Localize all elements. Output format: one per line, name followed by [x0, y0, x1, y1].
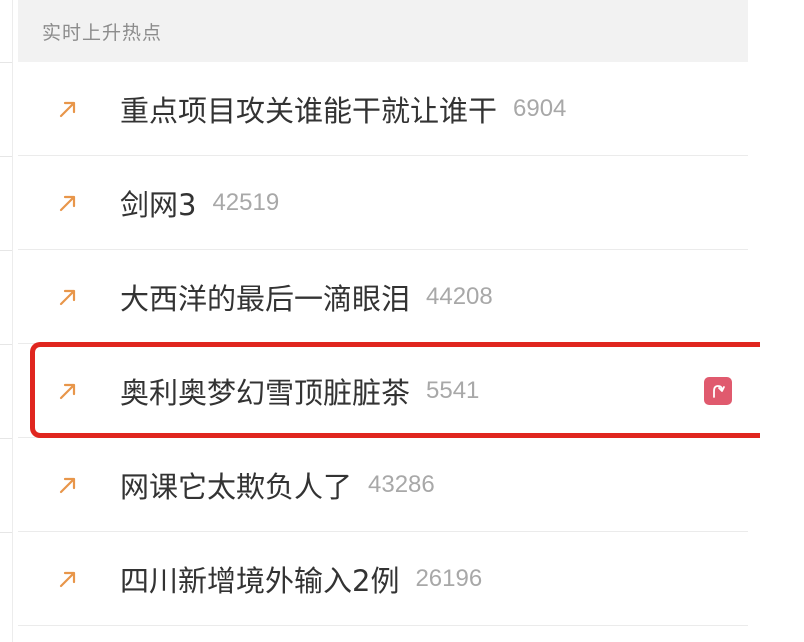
hot-item-count: 43286	[368, 470, 435, 498]
rising-arrow-icon	[59, 477, 76, 493]
rising-arrow-icon	[59, 195, 76, 211]
rising-arrow-icon	[59, 571, 76, 587]
rising-arrow-icon	[59, 101, 76, 117]
hot-list-item[interactable]: 四川新增境外输入2例 26196	[18, 532, 748, 626]
hot-item-title: 大西洋的最后一滴眼泪	[120, 281, 411, 316]
realtime-hot-panel: 实时上升热点 重点项目攻关谁能干就让谁干 6904 剑网3 42519 大西洋的…	[18, 0, 748, 642]
hot-list-item[interactable]: 大西洋的最后一滴眼泪 44208	[18, 250, 748, 344]
hot-item-count: 6904	[513, 94, 567, 122]
hot-item-title: 网课它太欺负人了	[120, 469, 353, 504]
hot-item-count: 26196	[415, 564, 483, 592]
hot-list-item-highlighted[interactable]: 奥利奥梦幻雪顶脏脏茶 5541	[18, 344, 748, 438]
hot-item-count: 5541	[426, 376, 480, 404]
hot-list-item[interactable]: 重点项目攻关谁能干就让谁干 6904	[18, 62, 748, 156]
rising-arrow-icon	[59, 383, 76, 399]
hot-list: 重点项目攻关谁能干就让谁干 6904 剑网3 42519 大西洋的最后一滴眼泪 …	[18, 62, 748, 626]
panel-title: 实时上升热点	[42, 21, 163, 44]
rising-arrow-icon	[59, 289, 76, 305]
page: 实时上升热点 重点项目攻关谁能干就让谁干 6904 剑网3 42519 大西洋的…	[0, 0, 804, 642]
hot-item-count: 44208	[426, 282, 493, 310]
hot-item-title: 四川新增境外输入2例	[120, 563, 400, 598]
hot-list-item[interactable]: 剑网3 42519	[18, 156, 748, 250]
panel-header: 实时上升热点	[18, 0, 748, 62]
rising-badge-icon	[704, 376, 732, 405]
adjacent-panel-edge	[0, 0, 13, 642]
hot-item-title: 奥利奥梦幻雪顶脏脏茶	[120, 375, 411, 410]
hot-item-title: 剑网3	[120, 187, 197, 222]
hot-list-item[interactable]: 网课它太欺负人了 43286	[18, 438, 748, 532]
hot-item-title: 重点项目攻关谁能干就让谁干	[120, 93, 498, 128]
hot-item-count: 42519	[212, 188, 280, 216]
